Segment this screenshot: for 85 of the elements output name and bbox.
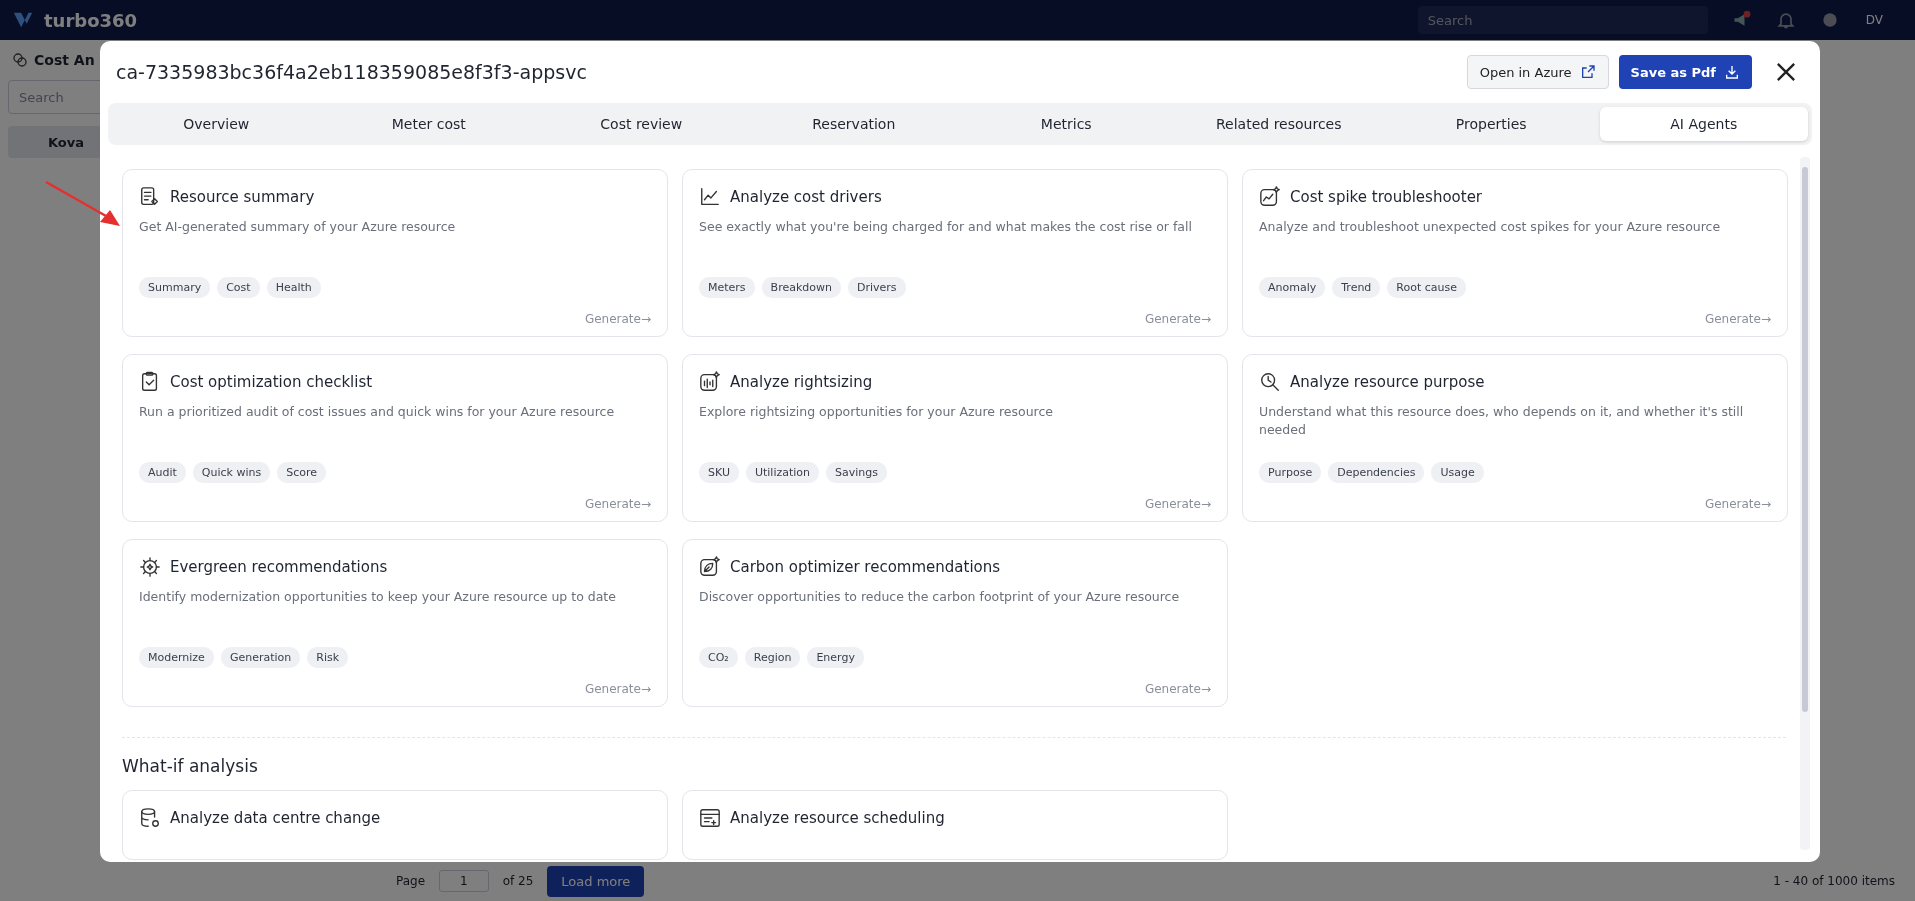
- card-title: Analyze data centre change: [170, 809, 381, 827]
- tab[interactable]: Properties: [1387, 107, 1596, 141]
- card-description: Discover opportunities to reduce the carbon footprint of your Azure resource: [699, 588, 1181, 606]
- panel-title: Cost An: [34, 52, 95, 68]
- tag: Generation: [220, 647, 301, 668]
- card-description: Run a prioritized audit of cost issues and quick wins for your Azure resource: [139, 403, 616, 421]
- external-link-icon: [1579, 64, 1596, 80]
- tag: Risk: [307, 647, 349, 668]
- agent-card[interactable]: Analyze data centre change: [122, 790, 668, 860]
- scrollbar[interactable]: [1800, 157, 1810, 850]
- card-description: See exactly what you're being charged for and what makes the cost rise or fall: [699, 218, 1193, 236]
- tag: Usage: [1431, 462, 1484, 483]
- summary-icon: [139, 186, 161, 208]
- page-total: of 25: [502, 874, 534, 888]
- card-description: Explore rightsizing opportunities for your Azure resource: [699, 403, 1055, 421]
- tag: Anomaly: [1259, 277, 1326, 298]
- tag: Health: [266, 277, 321, 298]
- leaf-icon: [699, 556, 721, 578]
- tag: Purpose: [1259, 462, 1322, 483]
- tab[interactable]: Cost review: [537, 107, 746, 141]
- agent-card[interactable]: Analyze resource scheduling: [682, 790, 1228, 860]
- tag: Trend: [1332, 277, 1381, 298]
- item-range: 1 - 40 of 1000 items: [1773, 874, 1895, 888]
- agent-card[interactable]: Resource summary Get AI-generated summary of your Azure resource Summary Cost Health Generate→: [122, 169, 668, 337]
- agent-card[interactable]: Analyze rightsizing Explore rightsizing opportunities for your Azure resource SKU Utilization Savings Generate→: [682, 354, 1228, 522]
- tab[interactable]: Metrics: [962, 107, 1171, 141]
- open-in-azure-button[interactable]: Open in Azure: [1466, 55, 1609, 89]
- tag: Meters: [699, 277, 755, 298]
- card-title: Evergreen recommendations: [170, 558, 388, 576]
- tag: Root cause: [1387, 277, 1467, 298]
- tag: Savings: [826, 462, 888, 483]
- bell-icon[interactable]: [1775, 10, 1796, 30]
- coins-icon: [12, 52, 28, 68]
- tab[interactable]: AI Agents: [1599, 107, 1808, 141]
- schedule-icon: [699, 807, 721, 829]
- tag: Cost: [217, 277, 260, 298]
- database-icon: [139, 807, 161, 829]
- trend-icon: [699, 186, 721, 208]
- section-heading: What-if analysis: [122, 756, 259, 776]
- spike-icon: [1259, 186, 1281, 208]
- tag: Energy: [807, 647, 864, 668]
- agent-card[interactable]: Evergreen recommendations Identify modernization opportunities to keep your Azure resource up to date Modernize Generation Risk Generate→: [122, 539, 668, 707]
- card-title: Cost spike troubleshooter: [1290, 188, 1483, 206]
- tag: Drivers: [848, 277, 906, 298]
- card-title: Carbon optimizer recommendations: [730, 558, 1001, 576]
- tab[interactable]: Reservation: [749, 107, 958, 141]
- app-logo: turbo360: [44, 9, 138, 31]
- card-description: Analyze and troubleshoot unexpected cost spikes for your Azure resource: [1259, 218, 1722, 236]
- tag: CO₂: [699, 647, 738, 668]
- dialog-title: ca-7335983bc36f4a2eb118359085e8f3f3-appsvc: [116, 61, 588, 83]
- tag: Audit: [139, 462, 186, 483]
- card-title: Analyze cost drivers: [730, 188, 882, 206]
- download-icon: [1724, 64, 1740, 80]
- page-field[interactable]: 1: [439, 870, 489, 892]
- search-icon: [1259, 371, 1281, 393]
- card-title: Analyze resource purpose: [1290, 373, 1485, 391]
- card-description: Get AI-generated summary of your Azure resource: [139, 218, 457, 236]
- tag: Breakdown: [761, 277, 841, 298]
- user-avatar[interactable]: DV: [1865, 13, 1883, 27]
- card-description: Identify modernization opportunities to keep your Azure resource up to date: [139, 588, 617, 606]
- page-label: Page: [396, 874, 426, 888]
- agent-card[interactable]: Cost spike troubleshooter Analyze and troubleshoot unexpected cost spikes for your Azure resource Anomaly Trend Root cause Generate→: [1242, 169, 1788, 337]
- tab[interactable]: Related resources: [1174, 107, 1383, 141]
- save-pdf-button[interactable]: Save as Pdf: [1618, 55, 1752, 89]
- tab[interactable]: Meter cost: [324, 107, 533, 141]
- tag: Modernize: [139, 647, 214, 668]
- tag: Summary: [139, 277, 211, 298]
- tag: Score: [277, 462, 327, 483]
- tag: SKU: [699, 462, 739, 483]
- card-title: Resource summary: [170, 188, 315, 206]
- bars-icon: [699, 371, 721, 393]
- tag: Quick wins: [192, 462, 271, 483]
- tag: Dependencies: [1328, 462, 1425, 483]
- agent-card[interactable]: Cost optimization checklist Run a prioritized audit of cost issues and quick wins for your Azure resource Audit Quick wins Score Generate→: [122, 354, 668, 522]
- card-title: Analyze rightsizing: [730, 373, 873, 391]
- agent-card[interactable]: Carbon optimizer recommendations Discover opportunities to reduce the carbon footprint of your Azure resource CO₂ Region Energy Generate→: [682, 539, 1228, 707]
- agent-card[interactable]: Analyze resource purpose Understand what this resource does, who depends on it, and whether it's still needed Purpose Dependencies Usage Generate→: [1242, 354, 1788, 522]
- agent-card[interactable]: Analyze cost drivers See exactly what you're being charged for and what makes the cost rise or fall Meters Breakdown Drivers Generate→: [682, 169, 1228, 337]
- card-title: Cost optimization checklist: [170, 373, 373, 391]
- tab[interactable]: Overview: [112, 107, 321, 141]
- card-title: Analyze resource scheduling: [730, 809, 945, 827]
- card-description: Understand what this resource does, who depends on it, and whether it's still needed: [1259, 403, 1745, 440]
- load-more-button[interactable]: Load more: [547, 865, 645, 897]
- tag: Region: [744, 647, 801, 668]
- tag: Utilization: [745, 462, 820, 483]
